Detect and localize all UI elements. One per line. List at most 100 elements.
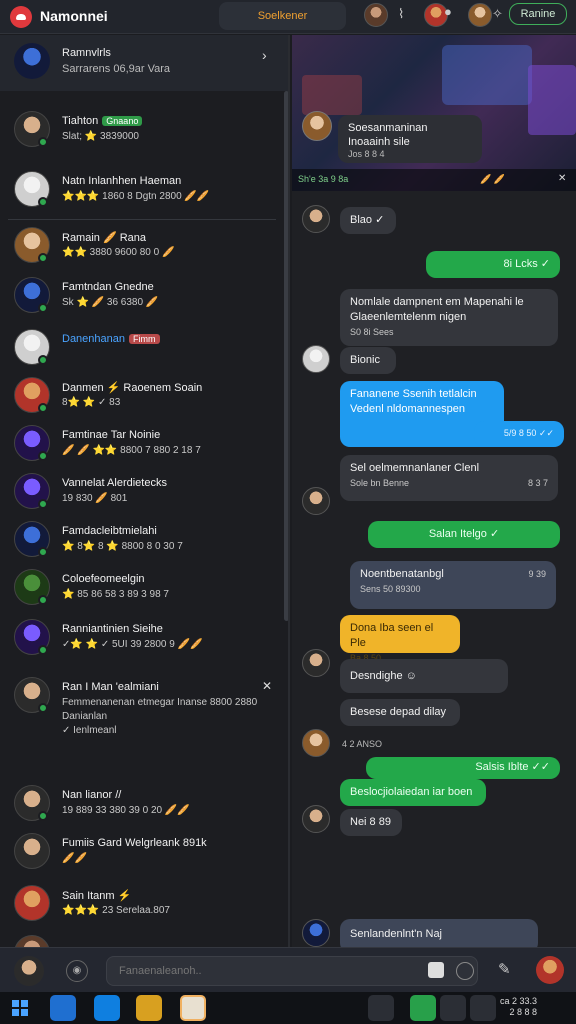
contact-name: Famtinae Tar Noinie <box>62 429 161 441</box>
contact-item[interactable]: Sain Itanm ⚡ ⭐⭐⭐ 23 Serelaa.807 <box>0 885 284 937</box>
contact-item[interactable]: Ranniantinien Sieihe ✓⭐ ⭐ ✓ 5UI 39 2800 … <box>0 619 284 671</box>
close-icon[interactable]: ✕ <box>262 679 272 693</box>
message-bubble[interactable]: Bionic <box>340 347 396 374</box>
message-bubble[interactable]: Dona Iba seen el Ple Ba 8 50 <box>340 615 460 663</box>
message-bubble[interactable]: Salan Itelgo ✓ <box>368 521 560 548</box>
contact-meta: ⭐⭐⭐ 23 Serelaa.807 <box>62 905 170 916</box>
contact-item[interactable]: Fumiis Gard Welgrleank 891k 🥖🥖 <box>0 833 284 885</box>
message-text: 8i Lcks ✓ <box>503 258 550 270</box>
edge-browser-icon[interactable] <box>50 995 76 1021</box>
windows-start-icon[interactable] <box>12 1000 28 1016</box>
store-icon[interactable] <box>94 995 120 1021</box>
clock-date: 2 8 8 8 <box>509 1007 538 1017</box>
message-text: Blao <box>350 214 373 226</box>
contact-name: Danenhanan Fimm <box>62 333 160 345</box>
sidebar-header-name: Ramnvlrls <box>62 47 111 59</box>
banner-screen <box>442 45 532 105</box>
contact-item[interactable]: Nan lianor // 19 889 33 380 39 0 20 🥖🥖 <box>0 785 284 837</box>
message-text: Sel oelmemnanlaner Clenl <box>350 462 480 474</box>
notification-icon[interactable]: ● <box>444 4 452 19</box>
contact-item[interactable]: Famtinae Tar Noinie 🥖 🥖 ⭐⭐ 8800 7 880 2 … <box>0 425 284 477</box>
contact-name: Sain Itanm ⚡ <box>62 890 132 902</box>
pen-icon[interactable]: ✎ <box>498 960 511 978</box>
message-bubble[interactable]: Desndighe ☺ <box>340 659 508 693</box>
avatar <box>302 487 330 515</box>
calendar-icon[interactable] <box>440 995 466 1021</box>
message-bubble[interactable]: Noentbenatanbgl 9 39 Sens 50 89300 <box>350 561 556 609</box>
chevron-right-icon[interactable]: › <box>262 47 267 63</box>
contact-meta: ⭐ 85 86 58 3 89 3 98 7 <box>62 589 169 600</box>
chat-pane: Soesanmaninan Inoaainh sile Jos 8 8 4 Sh… <box>292 35 576 947</box>
contacts-sidebar: Ramnvlrls Sarrarens 06,9ar Vara › Tiahto… <box>0 35 290 947</box>
contact-item[interactable]: Vannelat Alerdietecks 19 830 🥖 801 <box>0 473 284 525</box>
message-text: Beslocjiolaiedan iar boen <box>350 786 473 798</box>
network-icon[interactable] <box>470 995 496 1021</box>
contact-meta: 19 889 33 380 39 0 20 🥖🥖 <box>62 805 190 816</box>
avatar <box>14 885 50 921</box>
avatar[interactable] <box>468 3 492 27</box>
online-status-icon <box>38 547 48 557</box>
contact-item[interactable]: Famtndan Gnedne Sk ⭐ 🥖 36 6380 🥖 <box>0 277 284 329</box>
contact-badge: Fimm <box>129 334 160 344</box>
contact-item[interactable]: Natn Inlanhhen Haeman ⭐⭐⭐ 1860 8 Dgtn 28… <box>0 171 284 223</box>
sidebar-header-subtitle: Sarrarens 06,9ar Vara <box>62 63 171 75</box>
avatar <box>14 935 50 947</box>
message-bubble[interactable]: Senlandenlnt'n Naj <box>340 919 538 947</box>
message-time: 5/9 8 50 ✓✓ <box>503 428 554 438</box>
online-status-icon <box>38 499 48 509</box>
emoji-icon[interactable] <box>428 962 444 978</box>
online-status-icon <box>38 403 48 413</box>
message-input[interactable] <box>106 956 478 986</box>
contact-item[interactable]: Coloefeomeelgin ⭐ 85 86 58 3 89 3 98 7 <box>0 569 284 621</box>
microphone-icon[interactable]: ◉ <box>66 960 88 982</box>
online-status-icon <box>38 137 48 147</box>
media-banner[interactable]: Soesanmaninan Inoaainh sile Jos 8 8 4 Sh… <box>292 35 576 191</box>
contact-item[interactable]: Danenhanan Fimm <box>0 329 284 381</box>
taskbar-clock[interactable]: ca 2 33.3 2 8 8 8 <box>500 996 537 1018</box>
top-action-button[interactable]: Ranine <box>509 3 567 25</box>
contact-item[interactable]: Ramain 🥖 Rana ⭐⭐ 3880 9600 80 0 🥖 <box>0 227 284 279</box>
contact-item[interactable]: Tiahton Gnaano Slat; ⭐ 3839000 <box>0 111 284 163</box>
online-status-icon <box>38 645 48 655</box>
read-check-icon: ✓ <box>375 214 385 226</box>
contact-item[interactable]: Ran I Man 'ealmiani ✕ Femmenanenan etmeg… <box>0 677 284 757</box>
contact-meta: ⭐ 8⭐ 8 ⭐ 8800 8 0 30 7 <box>62 541 183 552</box>
file-explorer-icon[interactable] <box>136 995 162 1021</box>
message-time: Sole bn Benne 8 3 7 <box>350 478 548 488</box>
banner-message-time: Jos 8 8 4 <box>348 149 385 159</box>
sidebar-header[interactable]: Ramnvlrls Sarrarens 06,9ar Vara › <box>0 35 288 91</box>
attachment-icon[interactable] <box>456 962 474 980</box>
message-bubble[interactable]: Beslocjiolaiedan iar boen <box>340 779 486 806</box>
message-bubble[interactable]: Sel oelmemnanlaner Clenl Sole bn Benne 8 … <box>340 455 558 501</box>
message-composer: ◉ ✎ <box>0 947 576 992</box>
message-text: Bionic <box>350 354 380 366</box>
sidebar-scrollbar[interactable] <box>284 91 288 621</box>
settings-icon[interactable] <box>368 995 394 1021</box>
message-bubble[interactable]: Besese depad dilay <box>340 699 460 726</box>
close-icon[interactable]: ✕ <box>558 173 566 184</box>
contact-item[interactable] <box>0 935 284 947</box>
contact-item[interactable]: Danmen ⚡ Raoenem Soain 8⭐ ⭐ ✓ 83 <box>0 377 284 429</box>
avatar <box>302 919 330 947</box>
message-bubble[interactable]: Nomlale dampnent em Mapenahi le Glaeenle… <box>340 289 558 346</box>
avatar <box>302 205 330 233</box>
message-bubble[interactable]: Blao ✓ <box>340 207 396 234</box>
message-bubble[interactable]: Nei 8 89 <box>340 809 402 836</box>
sparkle-icon[interactable]: ✧ <box>492 6 503 22</box>
message-bubble[interactable]: 8i Lcks ✓ <box>426 251 560 278</box>
banner-light <box>302 75 362 115</box>
message-bubble[interactable]: Salsis Iblte ✓✓ <box>366 757 560 779</box>
app-running-icon[interactable] <box>180 995 206 1021</box>
online-status-icon <box>38 303 48 313</box>
search-button[interactable]: Soelkener <box>219 2 346 30</box>
banner-screen <box>528 65 576 135</box>
avatar[interactable] <box>14 956 44 986</box>
activity-icon[interactable]: ⌇ <box>398 6 404 22</box>
avatar[interactable] <box>364 3 388 27</box>
chat-app-icon[interactable] <box>410 995 436 1021</box>
message-text: Nei 8 89 <box>350 816 391 828</box>
avatar[interactable] <box>536 956 564 984</box>
contact-item[interactable]: Famdacleibtmielahi ⭐ 8⭐ 8 ⭐ 8800 8 0 30 … <box>0 521 284 573</box>
message-text: Salsis Iblte ✓✓ <box>475 761 550 773</box>
message-text: Fananene Ssenih tetlalcin Vedenl nldoman… <box>350 388 477 415</box>
